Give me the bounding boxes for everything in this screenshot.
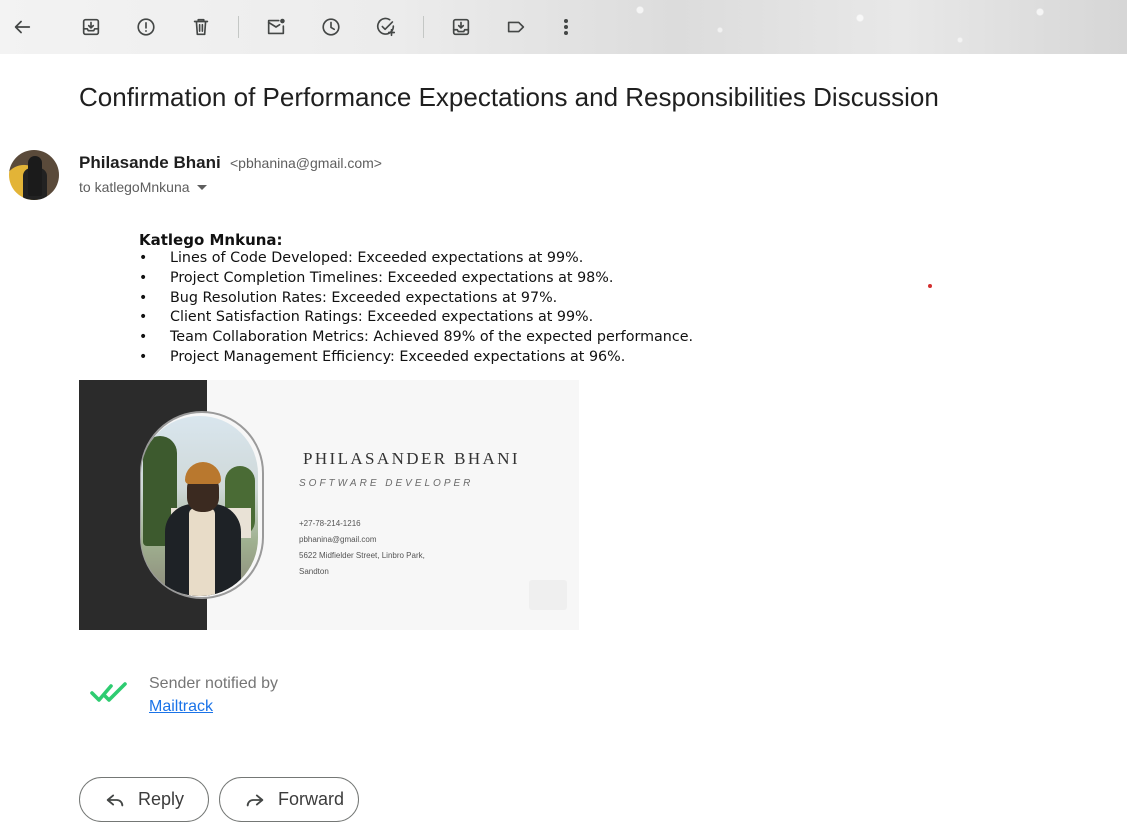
recipient-text: to katlegoMnkuna	[79, 179, 190, 195]
move-to-icon	[452, 18, 470, 36]
list-item: Client Satisfaction Ratings: Exceeded ex…	[139, 308, 693, 328]
double-check-icon	[90, 682, 127, 702]
mark-unread-icon	[267, 18, 285, 35]
forward-icon	[246, 794, 264, 806]
archive-button[interactable]	[73, 9, 109, 45]
business-card-image[interactable]: PHILASANDER BHANI SOFTWARE DEVELOPER +27…	[79, 380, 579, 630]
labels-button[interactable]	[498, 9, 534, 45]
more-options-icon	[563, 19, 569, 35]
list-item: Bug Resolution Rates: Exceeded expectati…	[139, 289, 693, 309]
archive-icon	[82, 18, 100, 36]
mailtrack-notice: Sender notified by	[149, 675, 278, 692]
card-email: pbhanina@gmail.com	[299, 535, 377, 544]
reply-icon	[106, 794, 124, 806]
sender-name[interactable]: Philasande Bhani	[79, 153, 221, 173]
photo-beanie	[185, 462, 221, 484]
sender-avatar[interactable]	[9, 150, 59, 200]
mark-unread-button[interactable]	[258, 9, 294, 45]
card-watermark	[529, 580, 567, 610]
avatar-figure-head	[28, 156, 42, 196]
list-item: Team Collaboration Metrics: Achieved 89%…	[139, 328, 693, 348]
add-to-tasks-button[interactable]	[368, 9, 404, 45]
list-item: Project Management Efficiency: Exceeded …	[139, 348, 693, 368]
card-address-line1: 5622 Midfielder Street, Linbro Park,	[299, 551, 425, 560]
back-button[interactable]	[4, 9, 40, 45]
mailtrack-link[interactable]: Mailtrack	[149, 698, 213, 716]
email-subject: Confirmation of Performance Expectations…	[79, 82, 939, 112]
chevron-down-icon[interactable]	[196, 184, 207, 190]
delete-icon	[193, 18, 209, 36]
performance-metrics-list: Lines of Code Developed: Exceeded expect…	[139, 249, 693, 368]
snooze-icon	[322, 18, 340, 36]
report-spam-icon	[137, 18, 155, 36]
snooze-button[interactable]	[313, 9, 349, 45]
forward-button[interactable]: Forward	[219, 777, 359, 822]
card-portrait-photo	[141, 416, 258, 596]
reply-button[interactable]: Reply	[79, 777, 209, 822]
forward-label: Forward	[278, 789, 345, 809]
cursor-dot	[928, 284, 932, 288]
sender-email: <pbhanina@gmail.com>	[230, 155, 382, 171]
card-phone: +27-78-214-1216	[299, 519, 361, 528]
email-toolbar	[0, 0, 1127, 54]
photo-shirt	[189, 508, 215, 596]
delete-button[interactable]	[183, 9, 219, 45]
card-role: SOFTWARE DEVELOPER	[299, 478, 474, 489]
body-recipient-heading: Katlego Mnkuna:	[139, 231, 283, 249]
reply-label: Reply	[138, 789, 185, 809]
recipient-line: to katlegoMnkuna	[79, 179, 207, 195]
add-to-tasks-icon	[376, 17, 396, 37]
list-item: Lines of Code Developed: Exceeded expect…	[139, 249, 693, 269]
card-address-line2: Sandton	[299, 567, 329, 576]
move-to-button[interactable]	[443, 9, 479, 45]
report-spam-button[interactable]	[128, 9, 164, 45]
list-item: Project Completion Timelines: Exceeded e…	[139, 269, 693, 289]
back-arrow-icon	[14, 20, 31, 34]
toolbar-divider	[238, 16, 239, 38]
more-options-button[interactable]	[548, 9, 584, 45]
label-icon	[507, 21, 525, 33]
card-name: PHILASANDER BHANI	[303, 449, 520, 468]
toolbar-divider	[423, 16, 424, 38]
